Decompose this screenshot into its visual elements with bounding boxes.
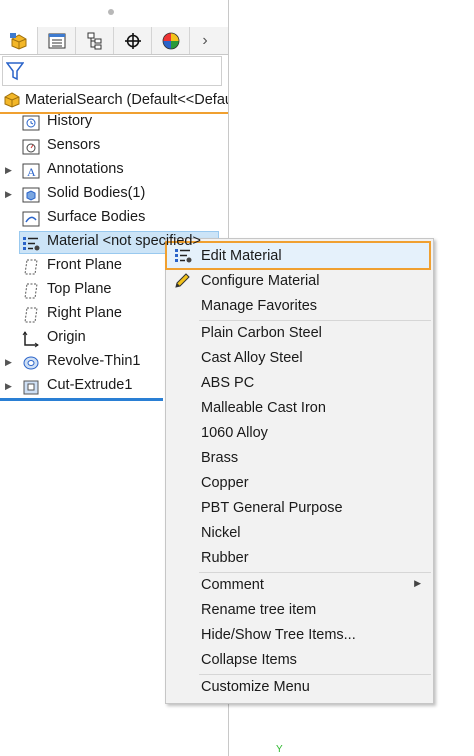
revolve-icon	[23, 356, 39, 370]
menu-item-rubber[interactable]: Rubber	[166, 546, 433, 571]
tab-propertymanager[interactable]	[38, 27, 76, 54]
tree-item-label: Top Plane	[47, 281, 112, 297]
menu-item-hide-show-tree-items[interactable]: Hide/Show Tree Items...	[166, 623, 433, 648]
tree-item-label: Origin	[47, 329, 86, 345]
tree-item-solid-bodies[interactable]: ▶ Solid Bodies(1)	[0, 183, 228, 206]
tree-item-label: Annotations	[47, 161, 124, 177]
configure-material-icon	[175, 273, 190, 288]
filter-icon	[6, 62, 24, 81]
material-icon	[23, 237, 40, 251]
menu-item-comment[interactable]: Comment ▶	[166, 573, 433, 598]
expand-arrow-icon[interactable]: ▶	[5, 381, 15, 392]
tabs-more-button[interactable]: ›	[190, 27, 220, 54]
menu-item-label: Hide/Show Tree Items...	[201, 627, 356, 643]
tree-item-label: Material <not specified>	[47, 233, 201, 249]
menu-item-label: Cast Alloy Steel	[201, 350, 303, 366]
plane-icon	[24, 283, 38, 299]
history-icon	[22, 115, 40, 131]
menu-item-label: Malleable Cast Iron	[201, 400, 326, 416]
tab-configurationmanager[interactable]	[76, 27, 114, 54]
menu-item-abs-pc[interactable]: ABS PC	[166, 371, 433, 396]
origin-icon	[22, 331, 39, 348]
menu-item-label: ABS PC	[201, 375, 255, 391]
menu-item-label: Configure Material	[201, 273, 320, 289]
menu-item-label: Edit Material	[201, 248, 282, 264]
menu-item-label: Rename tree item	[201, 602, 317, 618]
tree-item-label: Cut-Extrude1	[47, 377, 133, 393]
manager-tabstrip: ›	[0, 27, 228, 55]
menu-item-label: Collapse Items	[201, 652, 297, 668]
configurationmanager-icon	[87, 32, 101, 49]
part-icon	[3, 92, 21, 108]
tree-item-label: Surface Bodies	[47, 209, 146, 225]
menu-item-label: 1060 Alloy	[201, 425, 268, 441]
tree-item-label: Solid Bodies(1)	[47, 185, 146, 201]
rollback-bar[interactable]	[0, 398, 163, 401]
submenu-arrow-icon: ▶	[414, 578, 421, 588]
tree-item-label: Revolve-Thin1	[47, 353, 141, 369]
featuremanager-icon	[9, 32, 26, 50]
root-part-label: MaterialSearch (Default<<Default>_Displa…	[25, 92, 228, 108]
menu-item-manage-favorites[interactable]: Manage Favorites	[166, 294, 433, 319]
menu-item-malleable-cast-iron[interactable]: Malleable Cast Iron	[166, 396, 433, 421]
svg-text:A: A	[27, 165, 36, 179]
tab-featuremanager[interactable]	[0, 27, 38, 54]
panel-grip[interactable]	[108, 9, 114, 15]
menu-item-label: Nickel	[201, 525, 241, 541]
tree-item-history[interactable]: History	[0, 111, 228, 134]
menu-item-plain-carbon-steel[interactable]: Plain Carbon Steel	[166, 321, 433, 346]
axis-y-label: Y	[276, 744, 283, 755]
menu-item-label: Comment	[201, 577, 264, 593]
expand-arrow-icon[interactable]: ▶	[5, 357, 15, 368]
tree-item-sensors[interactable]: Sensors	[0, 135, 228, 158]
menu-item-label: Brass	[201, 450, 239, 466]
menu-item-label: PBT General Purpose	[201, 500, 343, 516]
displaymanager-icon	[162, 32, 179, 49]
menu-item-pbt-general-purpose[interactable]: PBT General Purpose	[166, 496, 433, 521]
menu-item-nickel[interactable]: Nickel	[166, 521, 433, 546]
menu-item-edit-material[interactable]: Edit Material	[165, 241, 431, 270]
menu-item-cast-alloy-steel[interactable]: Cast Alloy Steel	[166, 346, 433, 371]
cut-extrude-icon	[23, 380, 39, 395]
tree-filter-input[interactable]	[2, 56, 222, 86]
tree-item-label: Right Plane	[47, 305, 122, 321]
dimxpertmanager-icon	[124, 32, 141, 49]
plane-icon	[24, 307, 38, 323]
menu-item-label: Plain Carbon Steel	[201, 325, 322, 341]
surface-bodies-icon	[22, 211, 40, 227]
menu-item-rename-tree-item[interactable]: Rename tree item	[166, 598, 433, 623]
context-menu: Edit Material Configure Material Manage …	[165, 238, 434, 704]
propertymanager-icon	[48, 33, 65, 48]
expand-arrow-icon[interactable]: ▶	[5, 189, 15, 200]
tab-displaymanager[interactable]	[152, 27, 190, 54]
menu-item-1060-alloy[interactable]: 1060 Alloy	[166, 421, 433, 446]
tree-item-surface-bodies[interactable]: Surface Bodies	[0, 207, 228, 230]
menu-item-customize-menu[interactable]: Customize Menu	[166, 675, 433, 700]
menu-item-configure-material[interactable]: Configure Material	[166, 269, 433, 294]
annotations-icon: A	[22, 163, 40, 179]
tab-dimxpertmanager[interactable]	[114, 27, 152, 54]
tree-item-label: History	[47, 113, 93, 129]
tree-item-label: Front Plane	[47, 257, 122, 273]
tree-item-annotations[interactable]: ▶ A Annotations	[0, 159, 228, 182]
menu-item-label: Manage Favorites	[201, 298, 318, 314]
menu-item-copper[interactable]: Copper	[166, 471, 433, 496]
sensors-icon	[22, 139, 40, 155]
tree-item-label: Sensors	[47, 137, 101, 153]
menu-item-collapse-items[interactable]: Collapse Items	[166, 648, 433, 673]
menu-item-label: Customize Menu	[201, 679, 310, 695]
chevron-right-icon: ›	[202, 31, 208, 49]
menu-item-label: Copper	[201, 475, 249, 491]
expand-arrow-icon[interactable]: ▶	[5, 165, 15, 176]
menu-item-label: Rubber	[201, 550, 249, 566]
plane-icon	[24, 259, 38, 275]
menu-item-brass[interactable]: Brass	[166, 446, 433, 471]
solid-bodies-icon	[22, 187, 40, 203]
